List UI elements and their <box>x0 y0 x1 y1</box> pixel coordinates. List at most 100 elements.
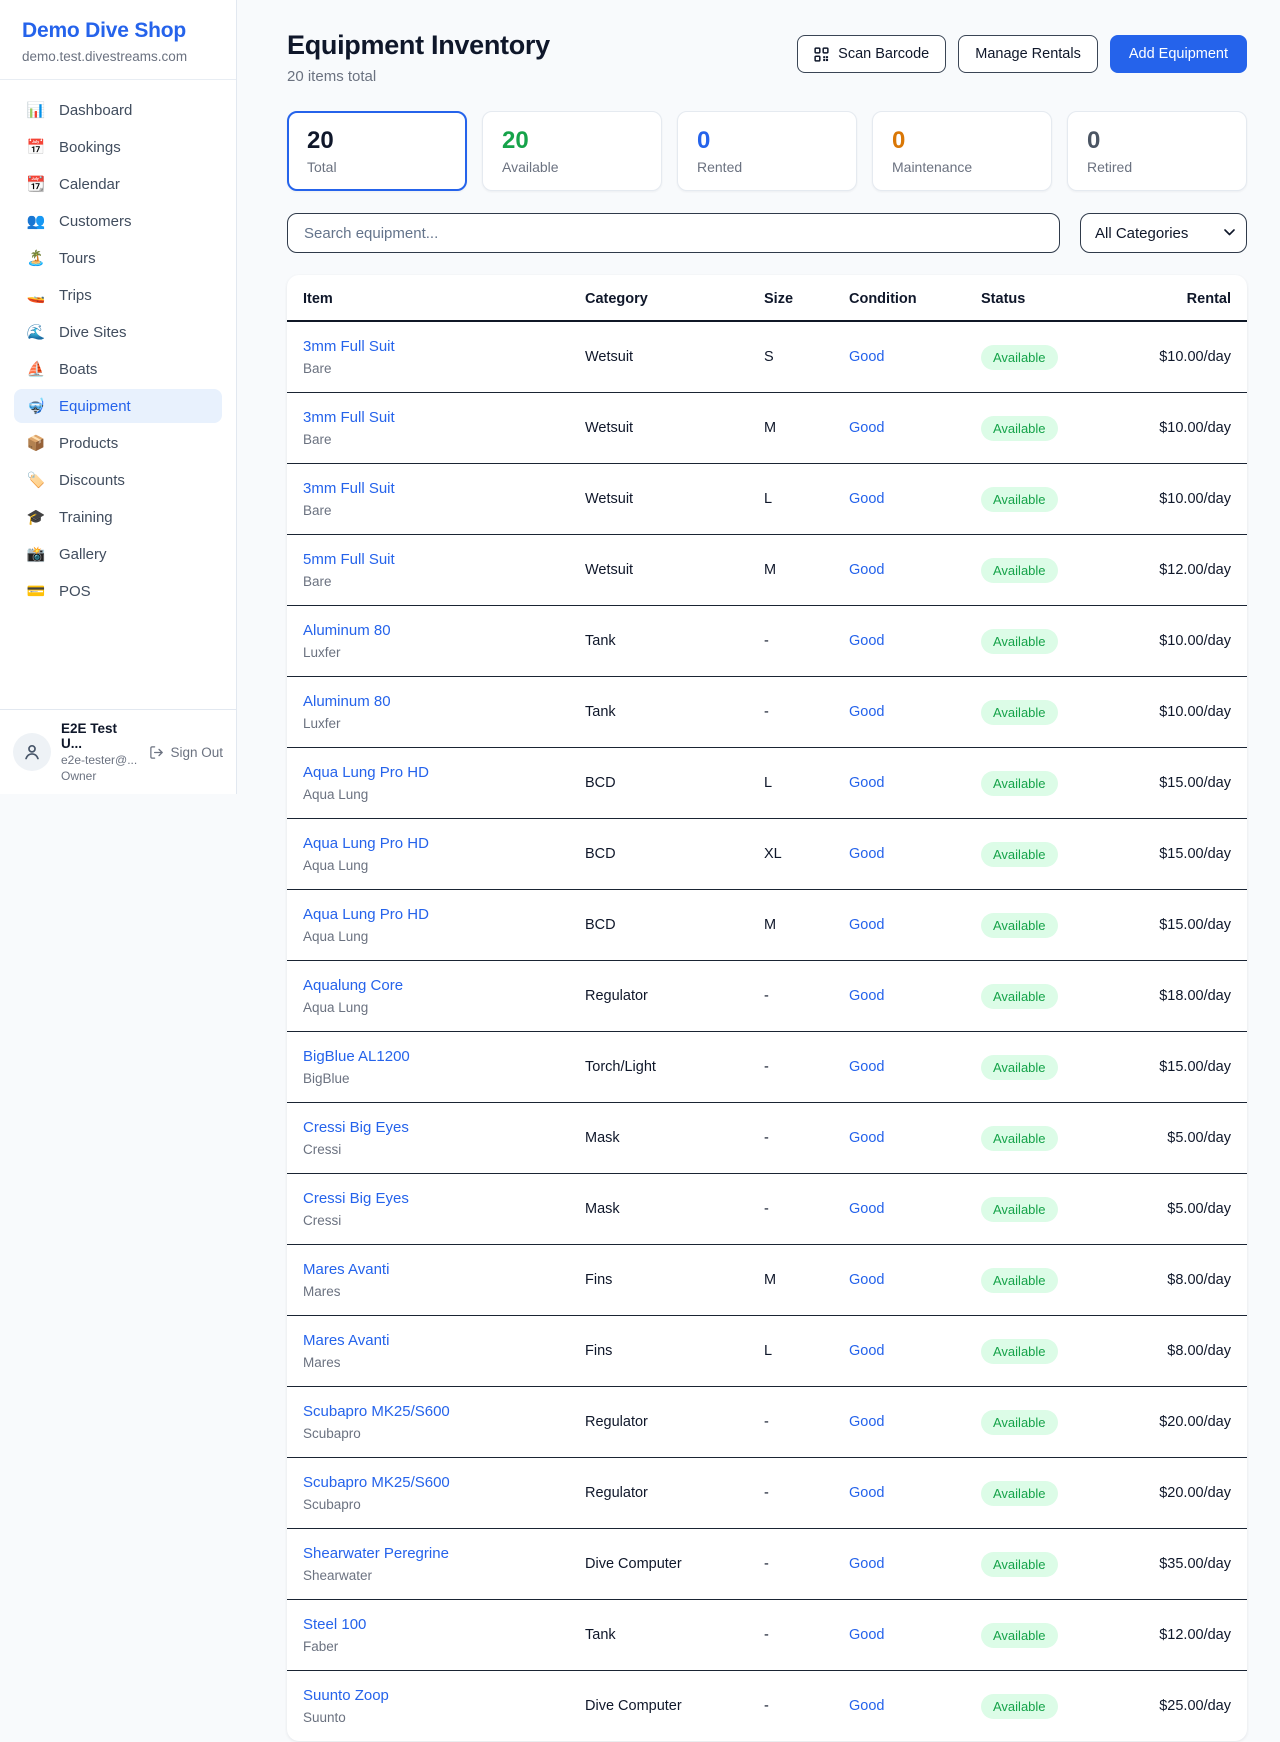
stat-card-rented[interactable]: 0 Rented <box>677 111 857 191</box>
status-badge: Available <box>981 1197 1058 1222</box>
scan-barcode-button[interactable]: Scan Barcode <box>797 35 946 73</box>
condition-cell: Good <box>833 1387 965 1458</box>
stats-row: 20 Total 20 Available 0 Rented 0 Mainten… <box>287 111 1247 191</box>
sidebar-item-training[interactable]: 🎓 Training <box>14 500 222 534</box>
column-header-condition: Condition <box>833 275 965 321</box>
category-select[interactable]: All Categories <box>1080 213 1247 253</box>
stat-label: Total <box>307 159 447 175</box>
sidebar-item-bookings[interactable]: 📅 Bookings <box>14 130 222 164</box>
sidebar-item-pos[interactable]: 💳 POS <box>14 574 222 608</box>
condition-cell: Good <box>833 1458 965 1529</box>
size-cell: - <box>748 1529 833 1600</box>
sidebar-item-equipment[interactable]: 🤿 Equipment <box>14 389 222 423</box>
shop-name: Demo Dive Shop <box>22 19 214 43</box>
size-cell: M <box>748 890 833 961</box>
sidebar-item-customers[interactable]: 👥 Customers <box>14 204 222 238</box>
sidebar-item-tours[interactable]: 🏝️ Tours <box>14 241 222 275</box>
size-cell: M <box>748 535 833 606</box>
table-row: Aqualung Core Aqua Lung Regulator - Good… <box>287 961 1247 1032</box>
page-header-text: Equipment Inventory 20 items total <box>287 30 550 85</box>
table-row: Aluminum 80 Luxfer Tank - Good Available… <box>287 606 1247 677</box>
item-brand: Luxfer <box>303 715 553 732</box>
item-link[interactable]: Scubapro MK25/S600 <box>303 1402 553 1421</box>
sidebar-item-label: Gallery <box>59 546 107 563</box>
item-link[interactable]: Aqua Lung Pro HD <box>303 763 553 782</box>
table-row: Scubapro MK25/S600 Scubapro Regulator - … <box>287 1387 1247 1458</box>
user-email: e2e-tester@... <box>61 753 139 767</box>
sidebar-item-boats[interactable]: ⛵ Boats <box>14 352 222 386</box>
sidebar-nav: 📊 Dashboard 📅 Bookings 📆 Calendar 👥 Cust… <box>0 80 236 709</box>
item-link[interactable]: Aqua Lung Pro HD <box>303 905 553 924</box>
add-equipment-button[interactable]: Add Equipment <box>1110 35 1247 73</box>
item-link[interactable]: Suunto Zoop <box>303 1686 553 1705</box>
sidebar-item-gallery[interactable]: 📸 Gallery <box>14 537 222 571</box>
stat-card-total[interactable]: 20 Total <box>287 111 467 191</box>
item-link[interactable]: Aqualung Core <box>303 976 553 995</box>
item-link[interactable]: 3mm Full Suit <box>303 479 553 498</box>
item-link[interactable]: Shearwater Peregrine <box>303 1544 553 1563</box>
item-link[interactable]: Mares Avanti <box>303 1260 553 1279</box>
condition-cell: Good <box>833 1174 965 1245</box>
item-link[interactable]: Mares Avanti <box>303 1331 553 1350</box>
stat-value: 0 <box>697 126 837 156</box>
item-brand: Suunto <box>303 1709 553 1726</box>
main-content: Equipment Inventory 20 items total <box>237 0 1280 1741</box>
item-cell: Aqua Lung Pro HD Aqua Lung <box>287 748 569 819</box>
size-cell: - <box>748 1458 833 1529</box>
sidebar-item-trips[interactable]: 🚤 Trips <box>14 278 222 312</box>
status-badge: Available <box>981 842 1058 867</box>
item-link[interactable]: BigBlue AL1200 <box>303 1047 553 1066</box>
sidebar-item-products[interactable]: 📦 Products <box>14 426 222 460</box>
item-link[interactable]: Scubapro MK25/S600 <box>303 1473 553 1492</box>
person-icon <box>23 743 41 761</box>
item-link[interactable]: Aqua Lung Pro HD <box>303 834 553 853</box>
stat-value: 0 <box>1087 126 1227 156</box>
sidebar-item-dive-sites[interactable]: 🌊 Dive Sites <box>14 315 222 349</box>
search-input[interactable] <box>287 213 1060 253</box>
user-name: E2E Test U... <box>61 721 139 751</box>
item-link[interactable]: 3mm Full Suit <box>303 337 553 356</box>
equipment-table-body: 3mm Full Suit Bare Wetsuit S Good Availa… <box>287 321 1247 1741</box>
item-link[interactable]: 5mm Full Suit <box>303 550 553 569</box>
item-link[interactable]: Aluminum 80 <box>303 621 553 640</box>
size-cell: S <box>748 321 833 393</box>
items-total-count: 20 items total <box>287 68 550 85</box>
category-select-wrap: All Categories <box>1080 213 1247 253</box>
sidebar-item-dashboard[interactable]: 📊 Dashboard <box>14 93 222 127</box>
status-badge: Available <box>981 558 1058 583</box>
manage-rentals-button[interactable]: Manage Rentals <box>958 35 1098 73</box>
rental-cell: $15.00/day <box>1095 1032 1247 1103</box>
condition-cell: Good <box>833 1671 965 1742</box>
item-brand: Cressi <box>303 1212 553 1229</box>
stat-card-available[interactable]: 20 Available <box>482 111 662 191</box>
size-cell: - <box>748 1600 833 1671</box>
rental-cell: $8.00/day <box>1095 1245 1247 1316</box>
sidebar-item-label: Dive Sites <box>59 324 127 341</box>
item-cell: Aqualung Core Aqua Lung <box>287 961 569 1032</box>
item-link[interactable]: Aluminum 80 <box>303 692 553 711</box>
sidebar: Demo Dive Shop demo.test.divestreams.com… <box>0 0 237 794</box>
table-row: Shearwater Peregrine Shearwater Dive Com… <box>287 1529 1247 1600</box>
sign-out-button[interactable]: Sign Out <box>149 745 223 760</box>
sidebar-item-discounts[interactable]: 🏷️ Discounts <box>14 463 222 497</box>
table-row: Aqua Lung Pro HD Aqua Lung BCD L Good Av… <box>287 748 1247 819</box>
category-cell: Wetsuit <box>569 321 748 393</box>
category-cell: Regulator <box>569 1458 748 1529</box>
stat-card-retired[interactable]: 0 Retired <box>1067 111 1247 191</box>
item-link[interactable]: Steel 100 <box>303 1615 553 1634</box>
item-brand: Aqua Lung <box>303 999 553 1016</box>
item-cell: 5mm Full Suit Bare <box>287 535 569 606</box>
category-cell: BCD <box>569 819 748 890</box>
item-link[interactable]: Cressi Big Eyes <box>303 1118 553 1137</box>
category-cell: Regulator <box>569 1387 748 1458</box>
add-equipment-label: Add Equipment <box>1129 46 1228 62</box>
status-badge: Available <box>981 1552 1058 1577</box>
logo-block: Demo Dive Shop demo.test.divestreams.com <box>0 0 236 80</box>
item-link[interactable]: Cressi Big Eyes <box>303 1189 553 1208</box>
sidebar-item-calendar[interactable]: 📆 Calendar <box>14 167 222 201</box>
item-cell: Aqua Lung Pro HD Aqua Lung <box>287 819 569 890</box>
item-link[interactable]: 3mm Full Suit <box>303 408 553 427</box>
filter-row: All Categories <box>287 213 1247 253</box>
stat-card-maintenance[interactable]: 0 Maintenance <box>872 111 1052 191</box>
rental-cell: $15.00/day <box>1095 748 1247 819</box>
